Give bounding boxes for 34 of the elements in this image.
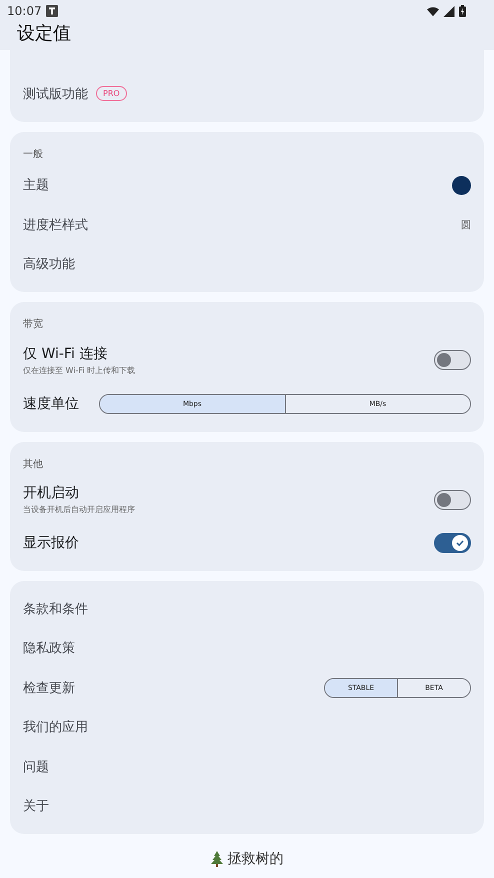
wifi-icon — [427, 6, 439, 16]
notification-icon — [46, 5, 58, 17]
setting-label[interactable]: 开机启动 — [23, 484, 79, 502]
setting-label[interactable]: 主题 — [23, 176, 49, 194]
setting-label[interactable]: 仅 Wi-Fi 连接 — [23, 344, 108, 362]
battery-icon — [459, 5, 466, 17]
tree-icon — [210, 851, 222, 867]
setting-description: 当设备开机后自动开启应用程序 — [23, 504, 135, 515]
setting-label[interactable]: 条款和条件 — [23, 600, 88, 618]
setting-label[interactable]: 高级功能 — [23, 255, 75, 274]
setting-label[interactable]: 我们的应用 — [23, 718, 88, 736]
pro-badge: PRO — [96, 86, 127, 102]
footer-text: 拯救树的 — [228, 850, 284, 868]
toggle-switch[interactable] — [434, 533, 471, 554]
setting-label[interactable]: 关于 — [23, 797, 49, 816]
theme-color-dot[interactable] — [452, 176, 471, 195]
screen-title: 设定值 — [16, 22, 72, 46]
toggle-switch[interactable] — [434, 350, 471, 370]
check-icon — [455, 538, 465, 548]
setting-value: 圆 — [461, 218, 471, 232]
toggle-switch[interactable] — [434, 490, 471, 510]
setting-description: 仅在连接至 Wi-Fi 时上传和下载 — [23, 364, 136, 376]
setting-label[interactable]: 测试版功能 — [23, 84, 88, 103]
setting-label[interactable]: 进度栏样式 — [23, 216, 88, 234]
setting-label[interactable]: 检查更新 — [23, 678, 75, 697]
setting-label[interactable]: 问题 — [23, 758, 49, 776]
section-header: 带宽 — [23, 318, 44, 332]
status-time: 10:07 — [7, 4, 42, 18]
section-header: 其他 — [23, 458, 44, 472]
setting-label[interactable]: 显示报价 — [23, 534, 79, 552]
setting-label[interactable]: 隐私政策 — [23, 639, 75, 658]
section-header: 一般 — [23, 148, 44, 162]
setting-label[interactable]: 速度单位 — [23, 394, 79, 413]
signal-icon — [443, 6, 455, 16]
